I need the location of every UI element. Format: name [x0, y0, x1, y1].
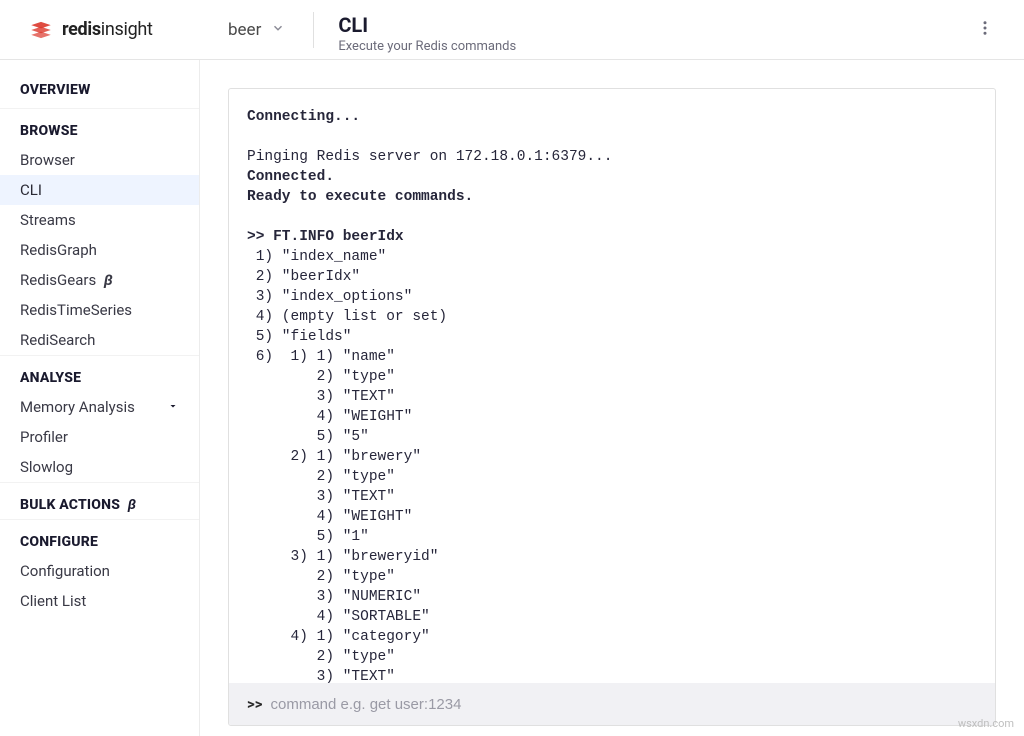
sidebar-item-redisearch[interactable]: RediSearch [0, 325, 199, 355]
sidebar-item-label: Configuration [20, 562, 110, 580]
cli-output: Connecting... Pinging Redis server on 17… [229, 89, 995, 683]
nav-heading: OVERVIEW [0, 78, 199, 108]
sidebar-item-label: Profiler [20, 428, 68, 446]
logo-text: redisinsight [62, 19, 153, 40]
sidebar-item-streams[interactable]: Streams [0, 205, 199, 235]
more-menu-button[interactable] [966, 11, 1004, 49]
caret-down-icon [167, 398, 179, 416]
sidebar-item-label: Streams [20, 211, 76, 229]
sidebar-item-label: RediSearch [20, 331, 95, 349]
nav-heading: CONFIGURE [0, 519, 199, 556]
sidebar-item-label: Slowlog [20, 458, 73, 476]
kebab-icon [976, 22, 994, 41]
cli-input[interactable] [270, 696, 977, 713]
sidebar-item-profiler[interactable]: Profiler [0, 422, 199, 452]
beta-badge: β [124, 497, 136, 513]
sidebar-item-redistimeseries[interactable]: RedisTimeSeries [0, 295, 199, 325]
watermark: wsxdn.com [958, 717, 1014, 730]
cli-input-row[interactable]: >> [229, 683, 995, 725]
sidebar-item-cli[interactable]: CLI [0, 175, 199, 205]
sidebar-item-label: RedisGraph [20, 241, 97, 259]
page-subtitle: Execute your Redis commands [338, 39, 966, 54]
nav-heading: ANALYSE [0, 355, 199, 392]
sidebar-item-label: Browser [20, 151, 75, 169]
chevron-down-icon [271, 20, 285, 40]
sidebar-item-slowlog[interactable]: Slowlog [0, 452, 199, 482]
redis-logo-icon [28, 17, 54, 43]
sidebar: OVERVIEWBROWSE Browser CLI Streams RedisGrap… [0, 60, 200, 736]
sidebar-item-label: Memory Analysis [20, 398, 135, 416]
cli-input-prompt: >> [247, 695, 262, 713]
sidebar-item-redisgears[interactable]: RedisGears β [0, 265, 199, 295]
cli-panel: Connecting... Pinging Redis server on 17… [228, 88, 996, 726]
page-title: CLI [338, 13, 966, 37]
content: Connecting... Pinging Redis server on 17… [200, 60, 1024, 736]
database-selector[interactable]: beer [200, 20, 313, 40]
sidebar-item-browser[interactable]: Browser [0, 145, 199, 175]
sidebar-item-label: RedisGears β [20, 271, 113, 289]
sidebar-item-label: Client List [20, 592, 86, 610]
logo: redisinsight [0, 17, 200, 43]
sidebar-item-client-list[interactable]: Client List [0, 586, 199, 616]
sidebar-item-label: RedisTimeSeries [20, 301, 132, 319]
sidebar-item-memory-analysis[interactable]: Memory Analysis [0, 392, 199, 422]
sidebar-item-configuration[interactable]: Configuration [0, 556, 199, 586]
nav-heading: BROWSE [0, 108, 199, 145]
top-bar: redisinsight beer CLI Execute your Redis… [0, 0, 1024, 60]
sidebar-item-label: CLI [20, 181, 42, 199]
main-area: OVERVIEWBROWSE Browser CLI Streams RedisGrap… [0, 60, 1024, 736]
nav-heading: BULK ACTIONS β [0, 482, 199, 519]
database-selector-value: beer [228, 20, 261, 40]
sidebar-item-redisgraph[interactable]: RedisGraph [0, 235, 199, 265]
page-title-block: CLI Execute your Redis commands [314, 5, 966, 54]
beta-badge: β [100, 271, 112, 289]
